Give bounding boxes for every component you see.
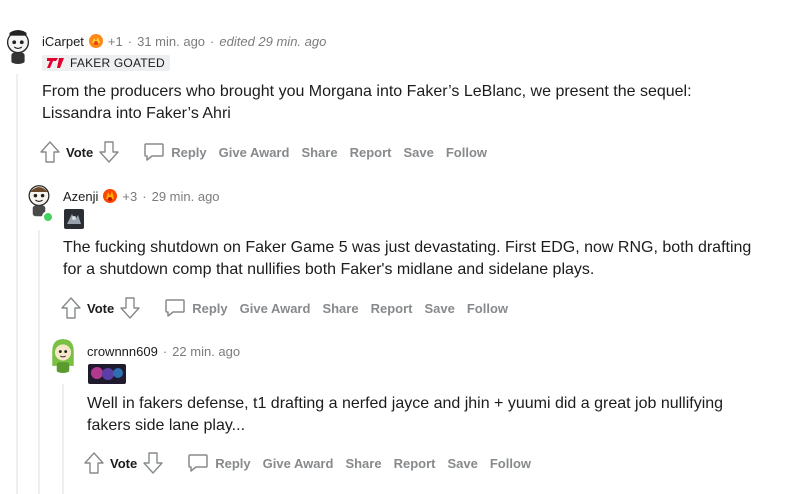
share-label: Share <box>345 455 382 471</box>
reply-button[interactable]: Reply <box>187 453 251 473</box>
comment-line: fakers side lane play... <box>87 417 246 434</box>
action-bar: Vote Reply Give Award Share Report Save … <box>82 450 531 476</box>
comment-line: Well in fakers defense, t1 drafting a ne… <box>87 395 724 412</box>
save-label: Save <box>447 455 478 471</box>
reply-label: Reply <box>215 455 251 471</box>
timestamp[interactable]: 22 min. ago <box>172 344 240 359</box>
downvote-button[interactable] <box>141 451 165 475</box>
upvote-arrow-icon <box>84 452 104 474</box>
username[interactable]: crownnn609 <box>87 344 158 359</box>
vote-count: Vote <box>110 455 138 471</box>
separator-dot: · <box>162 344 168 359</box>
avatar[interactable] <box>48 339 78 373</box>
give-award-label: Give Award <box>262 455 334 471</box>
save-button[interactable]: Save <box>447 456 477 471</box>
follow-button[interactable]: Follow <box>490 456 531 471</box>
share-button[interactable]: Share <box>345 456 381 471</box>
downvote-arrow-icon <box>143 452 163 474</box>
comment: crownnn609 · 22 min. ago Well in fakers … <box>0 0 800 494</box>
give-award-button[interactable]: Give Award <box>263 456 334 471</box>
flair-emblem-icon <box>88 364 126 384</box>
speech-bubble-icon <box>188 454 208 472</box>
comment-body: Well in fakers defense, t1 drafting a ne… <box>87 393 787 437</box>
upvote-button[interactable] <box>82 451 106 475</box>
follow-label: Follow <box>489 455 532 471</box>
report-label: Report <box>393 455 436 471</box>
report-button[interactable]: Report <box>394 456 436 471</box>
